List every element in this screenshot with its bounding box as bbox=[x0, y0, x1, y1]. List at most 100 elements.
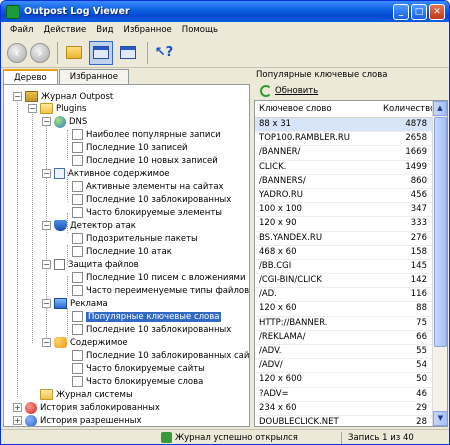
table-row[interactable]: /BB.CGI 145 bbox=[255, 260, 447, 275]
table-row[interactable]: 120 x 60 88 bbox=[255, 302, 447, 317]
refresh-button[interactable]: Обновить bbox=[254, 82, 448, 100]
collapse-toggle[interactable]: − bbox=[42, 117, 51, 126]
table-row[interactable]: CLICK. 1499 bbox=[255, 161, 447, 175]
count-cell: 456 bbox=[410, 189, 427, 200]
report-icon bbox=[72, 285, 83, 296]
tree-item[interactable]: Последние 10 новых записей bbox=[72, 154, 218, 167]
expand-toggle[interactable]: + bbox=[13, 403, 22, 412]
toolbar-separator bbox=[57, 41, 58, 64]
collapse-toggle[interactable]: − bbox=[42, 299, 51, 308]
table-row[interactable]: TOP100.RAMBLER.RU 2658 bbox=[255, 132, 447, 147]
report-icon bbox=[72, 311, 83, 322]
count-cell: 860 bbox=[410, 175, 427, 186]
tree-item[interactable]: Часто переименуемые типы файлов bbox=[72, 284, 249, 297]
folder-up-button[interactable] bbox=[62, 41, 86, 65]
view-split-button[interactable] bbox=[116, 41, 140, 65]
tree-item[interactable]: Последние 10 писем с вложениями bbox=[72, 271, 245, 284]
tree-view[interactable]: − Журнал Outpost − Plugins − DNS Наиболее п… bbox=[3, 84, 250, 427]
report-icon bbox=[72, 142, 83, 153]
table-row[interactable]: /ADV/54 bbox=[255, 359, 447, 374]
tree-item[interactable]: Подозрительные пакеты bbox=[72, 232, 198, 245]
back-icon: ‹ bbox=[14, 45, 20, 60]
table-row[interactable]: /BANNER/1669 bbox=[255, 146, 447, 161]
table-row[interactable]: BS.YANDEX.RU 276 bbox=[255, 232, 447, 246]
tree-item[interactable]: Последние 10 заблокированных bbox=[72, 323, 231, 336]
table-row[interactable]: 100 x 100 347 bbox=[255, 203, 447, 218]
table-row[interactable]: 234 x 60 29 bbox=[255, 402, 447, 416]
tree-item[interactable]: Последние 10 заблокированных bbox=[72, 193, 231, 206]
menu-file[interactable]: Файл bbox=[5, 25, 38, 35]
title-bar[interactable]: Outpost Log Viewer _ □ ✕ bbox=[1, 1, 449, 22]
tree-item[interactable]: Последние 10 заблокированных сайтов bbox=[72, 349, 249, 362]
menu-help[interactable]: Помощь bbox=[177, 25, 223, 35]
tree-item-selected[interactable]: Популярные ключевые слова bbox=[72, 310, 222, 323]
collapse-toggle[interactable]: − bbox=[42, 221, 51, 230]
tree-item[interactable]: Активные элементы на сайтах bbox=[72, 180, 224, 193]
table-row[interactable]: DOUBLECLICK.NET 28 bbox=[255, 416, 447, 426]
tree-file-protection[interactable]: − Защита файлов bbox=[42, 258, 139, 271]
menu-view[interactable]: Вид bbox=[91, 25, 118, 35]
collapse-toggle[interactable]: − bbox=[42, 260, 51, 269]
table-row[interactable]: 88 x 31 4878 bbox=[255, 118, 447, 133]
table-row[interactable]: /AD. 116 bbox=[255, 288, 447, 303]
keyword-cell: BS.YANDEX.RU bbox=[259, 232, 323, 243]
keyword-cell: 100 x 100 bbox=[259, 204, 302, 215]
tree-item[interactable]: Часто блокируемые слова bbox=[72, 375, 203, 388]
menu-action[interactable]: Действие bbox=[38, 25, 91, 35]
tree-item[interactable]: Часто блокируемые элементы bbox=[72, 206, 222, 219]
collapse-toggle[interactable]: − bbox=[42, 338, 51, 347]
report-icon bbox=[72, 324, 83, 335]
close-button[interactable]: ✕ bbox=[429, 3, 445, 20]
tree-attack-detector[interactable]: − Детектор атак bbox=[42, 219, 136, 232]
scroll-up-button[interactable]: ▲ bbox=[433, 101, 447, 116]
tree-ads[interactable]: − Реклама bbox=[42, 297, 108, 310]
table-row[interactable]: /ADV. 55 bbox=[255, 345, 447, 360]
report-title: Популярные ключевые слова bbox=[254, 69, 448, 82]
scroll-down-button[interactable]: ▼ bbox=[433, 411, 447, 426]
count-cell: 347 bbox=[410, 204, 427, 215]
help-pointer-button[interactable]: ↖? bbox=[152, 41, 176, 65]
collapse-toggle[interactable]: − bbox=[13, 92, 22, 101]
table-row[interactable]: /CGI-BIN/CLICK 142 bbox=[255, 274, 447, 289]
tab-favorites[interactable]: Избранное bbox=[58, 69, 129, 84]
maximize-button[interactable]: □ bbox=[411, 3, 427, 20]
forward-button[interactable]: › bbox=[30, 42, 50, 63]
tree-blocked-history[interactable]: + История заблокированных bbox=[13, 401, 160, 414]
table-row[interactable]: HTTP://BANNER. 75 bbox=[255, 317, 447, 331]
collapse-toggle[interactable]: − bbox=[28, 104, 37, 113]
table-row[interactable]: ?ADV= 46 bbox=[255, 388, 447, 402]
minimize-button[interactable]: _ bbox=[393, 3, 409, 20]
refresh-icon bbox=[260, 85, 272, 97]
table-row[interactable]: 120 x 90 333 bbox=[255, 217, 447, 232]
table-row[interactable]: 120 x 600 50 bbox=[255, 373, 447, 388]
tab-tree[interactable]: Дерево bbox=[3, 69, 58, 85]
tree-system-log[interactable]: Журнал системы bbox=[40, 388, 133, 401]
scroll-thumb[interactable] bbox=[434, 117, 447, 347]
collapse-toggle[interactable]: − bbox=[42, 169, 51, 178]
keyword-cell: /REKLAMA/ bbox=[259, 331, 306, 342]
column-header-keyword[interactable]: Ключевое слово bbox=[255, 101, 379, 117]
window-title: Outpost Log Viewer bbox=[24, 6, 130, 17]
tree-item[interactable]: Последние 10 атак bbox=[72, 245, 172, 258]
vertical-scrollbar[interactable]: ▲ ▼ bbox=[432, 101, 447, 426]
tree-item[interactable]: Последние 10 записей bbox=[72, 141, 188, 154]
tree-content[interactable]: − Содержимое bbox=[42, 336, 128, 349]
tree-allowed-history[interactable]: + История разрешенных bbox=[13, 414, 142, 426]
tree-item[interactable]: Часто блокируемые сайты bbox=[72, 362, 205, 375]
table-row[interactable]: 468 x 60 158 bbox=[255, 246, 447, 260]
count-cell: 116 bbox=[410, 289, 427, 300]
tree-dns[interactable]: − DNS bbox=[42, 115, 87, 128]
keyword-cell: CLICK. bbox=[259, 161, 287, 172]
column-header-count[interactable]: Количество bbox=[379, 101, 435, 117]
back-button[interactable]: ‹ bbox=[7, 42, 27, 63]
tree-plugins[interactable]: − Plugins bbox=[28, 102, 86, 115]
tree-active-content[interactable]: − Активное содержимое bbox=[42, 167, 170, 180]
help-pointer-icon: ↖? bbox=[154, 45, 174, 60]
menu-favorites[interactable]: Избранное bbox=[119, 25, 177, 35]
table-row[interactable]: /BANNERS/860 bbox=[255, 175, 447, 189]
table-row[interactable]: /REKLAMA/66 bbox=[255, 331, 447, 345]
table-row[interactable]: YADRO.RU 456 bbox=[255, 189, 447, 204]
expand-toggle[interactable]: + bbox=[13, 416, 22, 425]
tree-item[interactable]: Наиболее популярные записи bbox=[72, 128, 221, 141]
view-window-button[interactable] bbox=[89, 40, 113, 65]
